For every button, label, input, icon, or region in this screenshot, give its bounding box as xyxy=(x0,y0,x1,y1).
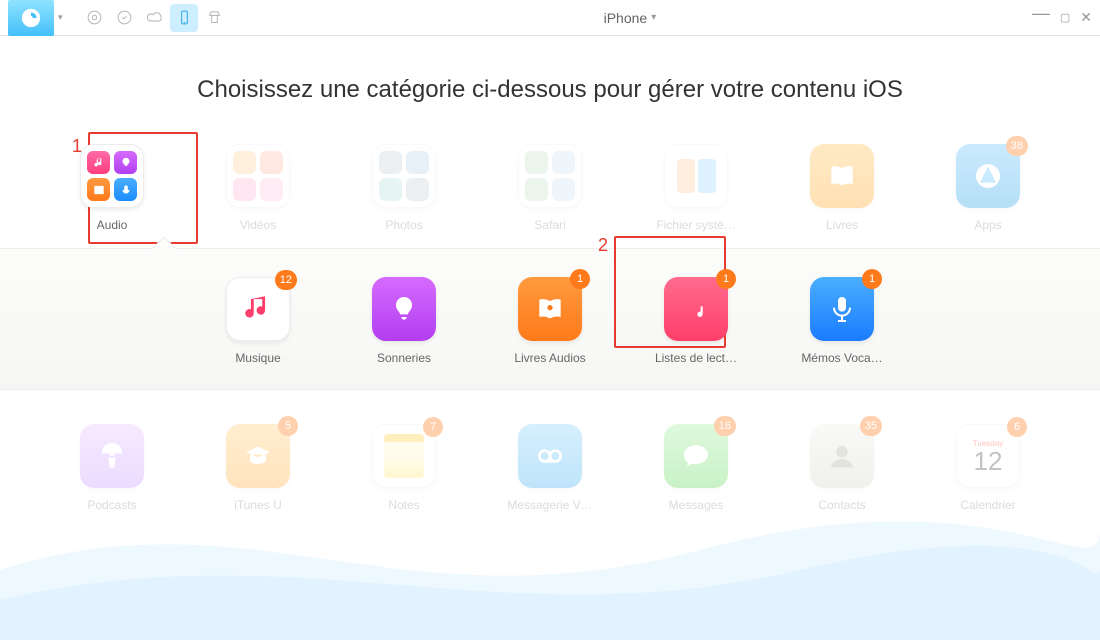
category-label: Livres xyxy=(826,218,858,232)
category-label: Podcasts xyxy=(87,498,136,512)
category-videos[interactable]: Vidéos xyxy=(214,144,302,232)
badge: 38 xyxy=(1006,136,1028,156)
category-audio[interactable]: Audio xyxy=(68,144,156,232)
category-calendar[interactable]: 6 Tuesday 12 Calendrier xyxy=(944,424,1032,512)
category-contacts[interactable]: 35 Contacts xyxy=(798,424,886,512)
voice-memos-tile: 1 xyxy=(810,277,874,341)
system-tile xyxy=(664,144,728,208)
device-selector[interactable]: iPhone ▾ xyxy=(228,10,1032,26)
photos-tile xyxy=(372,144,436,208)
messages-tile: 16 xyxy=(664,424,728,488)
subcategory-playlists[interactable]: 1 Listes de lect… xyxy=(652,277,740,365)
itunes-tab-icon[interactable] xyxy=(80,4,108,32)
category-podcasts[interactable]: Podcasts xyxy=(68,424,156,512)
category-row-1: 1 Audio Vidéos Ph xyxy=(0,144,1100,232)
category-row-3: Podcasts 5 iTunes U 7 Notes Messagerie V… xyxy=(0,424,1100,512)
category-label: Messagerie V… xyxy=(507,498,592,512)
category-label: Apps xyxy=(974,218,1001,232)
category-row-2: 2 12 Musique Sonneries 1 Livres Audios 1 xyxy=(0,277,1100,365)
device-name: iPhone xyxy=(604,10,648,26)
subcategory-ringtones[interactable]: Sonneries xyxy=(360,277,448,365)
subcategory-voice-memos[interactable]: 1 Mémos Voca… xyxy=(798,277,886,365)
category-itunes-u[interactable]: 5 iTunes U xyxy=(214,424,302,512)
safari-tile xyxy=(518,144,582,208)
titlebar: ▾ iPhone ▾ — ▢ ✕ xyxy=(0,0,1100,36)
device-tab-icon[interactable] xyxy=(170,4,198,32)
podcasts-tile xyxy=(80,424,144,488)
notes-tile: 7 xyxy=(372,424,436,488)
category-label: Vidéos xyxy=(240,218,276,232)
category-photos[interactable]: Photos xyxy=(360,144,448,232)
contacts-tile: 35 xyxy=(810,424,874,488)
subcategory-label: Livres Audios xyxy=(514,351,585,365)
maximize-button[interactable]: ▢ xyxy=(1060,11,1070,24)
subcategory-music[interactable]: 12 Musique xyxy=(214,277,302,365)
minimize-button[interactable]: — xyxy=(1032,3,1050,24)
audiobooks-tile: 1 xyxy=(518,277,582,341)
calendar-tile: 6 Tuesday 12 xyxy=(956,424,1020,488)
category-label: Fichier systè… xyxy=(656,218,735,232)
music-tile: 12 xyxy=(226,277,290,341)
category-row-3-wrap: Podcasts 5 iTunes U 7 Notes Messagerie V… xyxy=(0,424,1100,512)
chevron-down-icon: ▾ xyxy=(651,12,656,23)
badge: 35 xyxy=(860,416,882,436)
logo-menu-arrow[interactable]: ▾ xyxy=(58,12,70,23)
category-system-files[interactable]: Fichier systè… xyxy=(652,144,740,232)
subcategory-panel: 2 12 Musique Sonneries 1 Livres Audios 1 xyxy=(0,248,1100,390)
category-safari[interactable]: Safari xyxy=(506,144,594,232)
sync-tab-icon[interactable] xyxy=(110,4,138,32)
category-label: Notes xyxy=(388,498,419,512)
badge: 1 xyxy=(862,269,882,289)
category-label: Safari xyxy=(534,218,565,232)
subcategory-label: Sonneries xyxy=(377,351,431,365)
playlists-tile: 1 xyxy=(664,277,728,341)
subcategory-label: Musique xyxy=(235,351,280,365)
itunesu-tile: 5 xyxy=(226,424,290,488)
category-voicemail[interactable]: Messagerie V… xyxy=(506,424,594,512)
store-tab-icon[interactable] xyxy=(200,4,228,32)
annotation-2: 2 xyxy=(598,235,608,256)
calendar-date: 12 xyxy=(974,448,1003,474)
badge: 12 xyxy=(275,270,297,290)
badge: 16 xyxy=(714,416,736,436)
category-books[interactable]: Livres xyxy=(798,144,886,232)
category-messages[interactable]: 16 Messages xyxy=(652,424,740,512)
page-title: Choisissez une catégorie ci-dessous pour… xyxy=(0,76,1100,104)
category-apps[interactable]: 38 Apps xyxy=(944,144,1032,232)
badge: 6 xyxy=(1007,417,1027,437)
subcategory-label: Listes de lect… xyxy=(655,351,737,365)
window-controls: — ▢ ✕ xyxy=(1032,7,1092,28)
category-label: Messages xyxy=(669,498,724,512)
category-notes[interactable]: 7 Notes xyxy=(360,424,448,512)
cloud-tab-icon[interactable] xyxy=(140,4,168,32)
badge: 5 xyxy=(278,416,298,436)
app-logo xyxy=(8,0,54,36)
badge: 7 xyxy=(423,417,443,437)
close-button[interactable]: ✕ xyxy=(1080,9,1092,26)
category-label: iTunes U xyxy=(234,498,282,512)
category-label: Contacts xyxy=(818,498,865,512)
videos-tile xyxy=(226,144,290,208)
ringtones-tile xyxy=(372,277,436,341)
subcategory-audiobooks[interactable]: 1 Livres Audios xyxy=(506,277,594,365)
audio-tile xyxy=(80,144,144,208)
badge: 1 xyxy=(716,269,736,289)
badge: 1 xyxy=(570,269,590,289)
toolbar-icons xyxy=(80,4,228,32)
subcategory-label: Mémos Voca… xyxy=(801,351,882,365)
voicemail-tile xyxy=(518,424,582,488)
apps-tile: 38 xyxy=(956,144,1020,208)
category-label: Calendrier xyxy=(960,498,1015,512)
category-label: Photos xyxy=(385,218,422,232)
books-tile xyxy=(810,144,874,208)
category-label: Audio xyxy=(97,218,128,232)
